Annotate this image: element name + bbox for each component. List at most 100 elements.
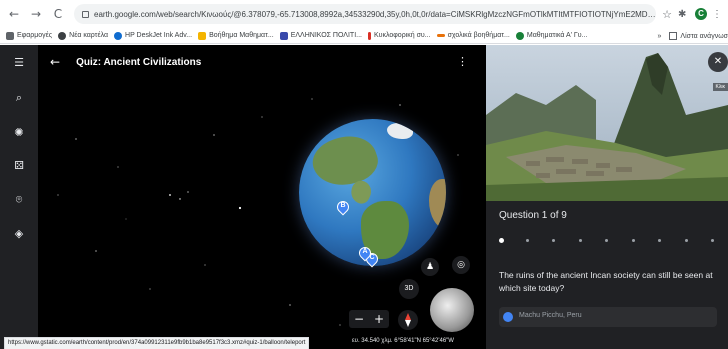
more-vert-icon[interactable]: ⋮ [457,55,468,68]
progress-dot [552,239,555,242]
pegman-icon: ♟ [421,258,439,276]
photo-credit: Κλικ [712,83,728,91]
star [149,288,151,290]
reading-list-button[interactable]: Λίστα ανάγνωσ [680,33,728,40]
bookmark-label: ΕΛΛΗΝΙΚΟΣ ΠΟΛΙΤΙ... [290,32,362,39]
bookmark-item[interactable]: Εφαρμογές [6,31,53,40]
quiz-pin-b[interactable]: B [334,198,352,216]
progress-dot [605,239,608,242]
3d-label: 3D [399,279,419,299]
progress-dot [685,239,688,242]
mini-globe-button[interactable] [430,288,474,332]
star [95,250,97,252]
bookmark-star-icon[interactable]: ☆ [662,8,672,21]
star [289,304,291,306]
star [311,98,313,100]
pegman-button[interactable]: ♟ [421,258,439,276]
earth-sidebar: ☰ ⌕ ✺ ⚄ ⌾ ◈ [0,45,38,349]
bookmark-label: Βοήθημα Μαθηματ... [209,32,274,39]
bookmark-item[interactable]: HP DeskJet Ink Adv... [114,31,193,40]
profile-avatar[interactable]: C [695,8,707,20]
compass-icon [398,310,418,330]
star [238,206,242,210]
star [125,218,127,220]
zoom-in-button[interactable]: + [369,310,389,328]
reload-button[interactable]: C [50,6,66,22]
search-icon[interactable]: ⌕ [11,90,27,106]
progress-dot [711,239,714,242]
africa-edge-landmass [429,179,446,229]
progress-dot [526,239,529,242]
map-style-icon[interactable]: ◈ [11,226,27,242]
browser-toolbar: ← → C earth.google.com/web/search/Κινωού… [0,0,728,28]
bookmark-item[interactable]: σχολικά βοηθήματ... [436,32,510,39]
bookmark-label: Εφαρμογές [17,32,53,39]
photo-illustration [486,45,728,201]
bookmark-item[interactable]: Μαθηματικά Α' Γυ... [515,31,588,40]
star [187,191,189,193]
back-button[interactable]: ← [6,6,22,22]
quiz-pin-a[interactable]: A [356,244,374,262]
close-icon[interactable]: ✕ [708,52,728,72]
extension-puzzle-icon[interactable]: ✱ [678,9,689,20]
hp-logo-icon [114,31,123,40]
compass-button[interactable] [398,310,418,330]
answer-option[interactable]: Machu Picchu, Peru [499,307,717,327]
star [169,194,171,196]
star [457,154,459,156]
3d-toggle-button[interactable]: 3D [399,279,419,299]
bookmark-label: Νέα καρτέλα [69,32,109,39]
reading-list-icon [669,32,678,40]
answer-radio-icon [503,312,513,322]
bookmark-item[interactable]: ΕΛΛΗΝΙΚΟΣ ΠΟΛΙΤΙ... [279,31,362,40]
browser-window: ← → C earth.google.com/web/search/Κινωού… [0,0,728,349]
site-favicon-icon [279,31,288,40]
earth-viewport[interactable]: B C A ♟ ◎ 3D − + ευ. 34.540 χλμ. 6°58'41… [0,45,486,349]
bookmark-item[interactable]: Κυκλοφορική συ... [367,31,431,40]
earth-globe[interactable] [299,119,446,266]
address-url: earth.google.com/web/search/Κινωούς/@6.3… [94,9,657,19]
progress-dots [499,238,717,244]
quiz-panel: ✕ Κλικ Question 1 of 9 The ruins of the … [486,45,728,349]
my-location-button[interactable]: ◎ [452,256,470,274]
bookmark-label: Μαθηματικά Α' Γυ... [526,32,588,39]
google-earth-app: B C A ♟ ◎ 3D − + ευ. 34.540 χλμ. 6°58'41… [0,45,728,349]
progress-dot [658,239,661,242]
star [213,134,215,136]
browser-menu-icon[interactable]: ⋮ [712,9,722,20]
apps-grid-icon [6,31,14,40]
star [179,198,181,200]
bookmark-item[interactable]: Νέα καρτέλα [58,31,109,40]
quiz-header: ← Quiz: Ancient Civilizations ⋮ [38,45,486,79]
address-bar[interactable]: earth.google.com/web/search/Κινωούς/@6.3… [74,4,657,24]
star [261,116,263,118]
star [204,264,206,266]
progress-dot [499,238,504,243]
star [399,104,401,106]
feeling-lucky-icon[interactable]: ⚄ [11,158,27,174]
zoom-out-button[interactable]: − [349,310,369,328]
bookmark-label: σχολικά βοηθήματ... [447,32,510,39]
pin-label: B [340,202,346,209]
bookmarks-bar: Εφαρμογές Νέα καρτέλα HP DeskJet Ink Adv… [0,28,728,44]
back-arrow-icon[interactable]: ← [50,55,60,69]
lock-icon [82,10,89,18]
greenland-landmass [387,123,413,139]
star [57,194,59,196]
bookmarks-overflow-button[interactable]: » [658,33,662,40]
bookmark-item[interactable]: Βοήθημα Μαθηματ... [198,31,274,40]
machu-picchu-photo: ✕ Κλικ [486,45,728,201]
forward-button[interactable]: → [28,6,44,22]
star [117,166,119,168]
site-favicon-icon [515,31,524,40]
crosshair-icon: ◎ [452,256,470,274]
site-favicon-icon [198,31,207,40]
menu-icon[interactable]: ☰ [11,55,27,71]
projects-icon[interactable]: ⌾ [11,192,27,208]
link-status-bubble: https://www.gstatic.com/earth/content/pr… [4,337,310,349]
progress-dot [579,239,582,242]
question-text: The ruins of the ancient Incan society c… [499,270,713,293]
bookmark-label: HP DeskJet Ink Adv... [125,32,193,39]
zoom-controls: − + [349,310,389,328]
voyager-icon[interactable]: ✺ [11,125,27,141]
